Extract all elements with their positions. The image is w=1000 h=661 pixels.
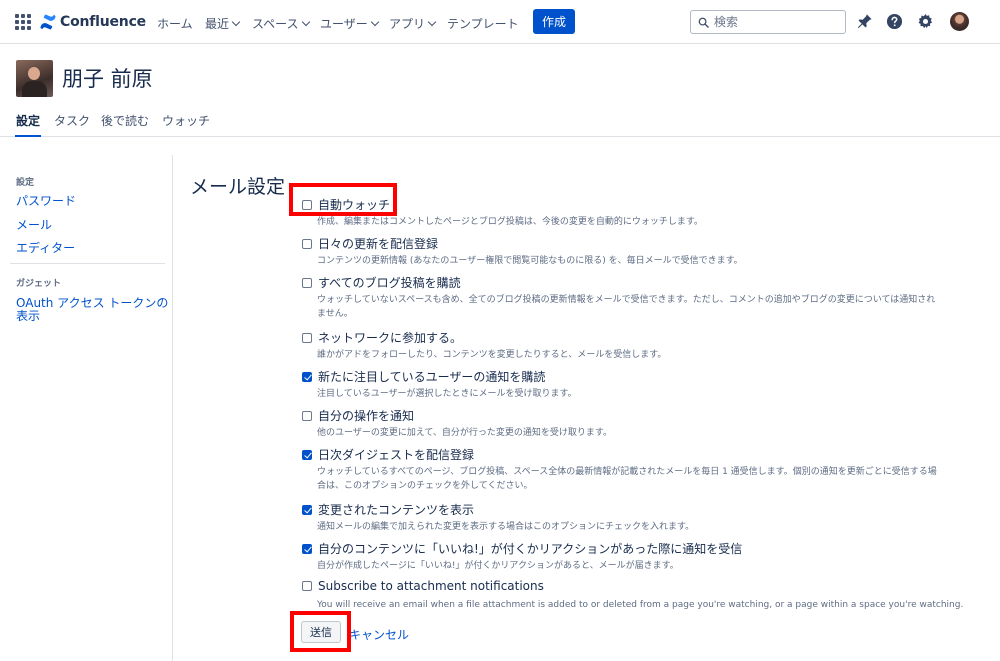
chevron-down-icon [370, 17, 380, 27]
tab-read-later[interactable]: 後で読む [101, 112, 149, 129]
option-description: ウォッチしているすべてのページ、ブログ投稿、スペース全体の最新情報が記載されたメ… [317, 465, 972, 493]
user-avatar[interactable] [950, 12, 969, 31]
nav-recent-label: 最近 [205, 17, 230, 31]
checkbox-checked[interactable] [302, 543, 312, 554]
checkbox[interactable] [302, 410, 312, 421]
notifications-icon[interactable] [856, 13, 873, 30]
option-all-blog-posts[interactable]: すべてのブログ投稿を購読 [302, 274, 461, 291]
option-followed-users[interactable]: 新たに注目しているユーザーの通知を購読 [302, 368, 545, 385]
sidebar-item-oauth-line2: 表示 [16, 309, 41, 323]
confluence-logo-icon [40, 14, 56, 30]
option-description: 作成、編集またはコメントしたページとブログ投稿は、今後の変更を自動的にウォッチし… [317, 215, 972, 229]
option-description-line: 誰かがアドをフォローしたり、コンテンツを変更したりすると、メールを受信します。 [317, 350, 667, 360]
option-description-line: 他のユーザーの変更に加えて、自分が行った変更の通知を受け取ります。 [317, 428, 613, 438]
option-description-line: ません。 [317, 309, 353, 319]
nav-people-label: ユーザー [320, 17, 368, 31]
option-daily-digest[interactable]: 日次ダイジェストを配信登録 [302, 446, 474, 463]
option-description: 他のユーザーの変更に加えて、自分が行った変更の通知を受け取ります。 [317, 426, 972, 440]
sidebar-heading-gadgets: ガジェット [16, 279, 62, 289]
option-attachment-notifications[interactable]: Subscribe to attachment notifications [302, 579, 544, 593]
option-description-line: 自分が作成したページに「いいね!」が付くかリアクションがあると、メールが届きます… [317, 561, 679, 571]
nav-apps-label: アプリ [389, 17, 426, 31]
option-description-line: ウォッチしていないスペースも含め、全てのブログ投稿の更新情報をメールで受信できま… [317, 295, 936, 305]
option-description: コンテンツの更新情報 (あなたのユーザー権限で閲覧可能なものに限る) を、毎日メ… [317, 254, 972, 268]
checkbox[interactable] [302, 238, 312, 249]
option-description-line: 注目しているユーザーが選択したときにメールを受け取ります。 [317, 389, 577, 399]
tab-tasks[interactable]: タスク [54, 112, 90, 129]
nav-home[interactable]: ホーム [157, 15, 193, 32]
option-label: ネットワークに参加する。 [318, 331, 463, 345]
highlight-box-auto-watch [289, 183, 397, 216]
checkbox-checked[interactable] [302, 504, 312, 515]
option-likes-reactions[interactable]: 自分のコンテンツに「いいね!」が付くかリアクションがあった際に通知を受信 [302, 540, 742, 557]
tab-settings[interactable]: 設定 [14, 112, 42, 137]
product-name: Confluence [60, 14, 146, 30]
sidebar-item-editor[interactable]: エディター [16, 242, 75, 255]
option-notify-own-actions[interactable]: 自分の操作を通知 [302, 407, 414, 424]
checkbox[interactable] [302, 332, 312, 343]
search-box[interactable] [690, 10, 846, 34]
profile-picture [16, 60, 53, 97]
highlight-box-submit [290, 611, 351, 652]
option-label: 新たに注目しているユーザーの通知を購読 [318, 370, 546, 384]
option-description: 通知メールの編集で加えられた変更を表示する場合はこのオプションにチェックを入れま… [317, 520, 972, 534]
chevron-down-icon [231, 17, 241, 27]
sidebar-item-email[interactable]: メール [16, 219, 52, 232]
option-label: 日次ダイジェストを配信登録 [318, 448, 475, 462]
confluence-logo[interactable]: Confluence [40, 12, 146, 32]
option-label: 変更されたコンテンツを表示 [318, 503, 475, 517]
sidebar-divider [10, 263, 165, 264]
option-daily-updates[interactable]: 日々の更新を配信登録 [302, 235, 438, 252]
chevron-down-icon [301, 17, 310, 27]
top-navigation-bar: Confluence ホーム 最近 スペース ユーザー アプリ テンプレート 作… [0, 0, 1000, 44]
checkbox-checked[interactable] [302, 371, 312, 382]
nav-templates[interactable]: テンプレート [447, 15, 519, 32]
option-description-line: 通知メールの編集で加えられた変更を表示する場合はこのオプションにチェックを入れま… [317, 522, 695, 532]
option-label: すべてのブログ投稿を購読 [318, 276, 461, 290]
sidebar-item-oauth-tokens[interactable]: OAuth アクセス トークンの 表示 [16, 297, 168, 323]
option-join-network[interactable]: ネットワークに参加する。 [302, 329, 462, 346]
option-description: ウォッチしていないスペースも含め、全てのブログ投稿の更新情報をメールで受信できま… [317, 293, 972, 321]
checkbox[interactable] [302, 581, 312, 591]
option-label: Subscribe to attachment notifications [318, 579, 544, 593]
nav-spaces-label: スペース [252, 17, 299, 31]
tab-watches[interactable]: ウォッチ [162, 112, 210, 129]
cancel-link[interactable]: キャンセル [349, 626, 409, 643]
help-icon[interactable] [886, 13, 903, 30]
create-button[interactable]: 作成 [533, 9, 575, 34]
search-icon [698, 17, 709, 28]
option-description-line: 作成、編集またはコメントしたページとブログ投稿は、今後の変更を自動的にウォッチし… [317, 217, 703, 227]
chevron-down-icon [427, 17, 437, 27]
checkbox-checked[interactable] [302, 449, 312, 460]
checkbox[interactable] [302, 277, 312, 288]
settings-sidebar: 設定 パスワード メール エディター ガジェット OAuth アクセス トークン… [0, 155, 173, 661]
option-label: 自分のコンテンツに「いいね!」が付くかリアクションがあった際に通知を受信 [318, 542, 743, 556]
page-title: メール設定 [190, 176, 286, 198]
profile-tabs: 設定 タスク 後で読む ウォッチ [0, 104, 1000, 137]
nav-recent[interactable]: 最近 [205, 15, 241, 32]
profile-name: 朋子 前原 [62, 67, 153, 91]
option-description-line: 合は、このオプションのチェックを外してください。 [317, 481, 533, 491]
option-description: 誰かがアドをフォローしたり、コンテンツを変更したりすると、メールを受信します。 [317, 348, 972, 362]
option-description: You will receive an email when a file at… [317, 598, 972, 612]
app-switcher-icon[interactable] [15, 14, 31, 30]
option-description-line: ウォッチしているすべてのページ、ブログ投稿、スペース全体の最新情報が記載されたメ… [317, 467, 937, 477]
option-label: 日々の更新を配信登録 [318, 237, 439, 251]
option-description-line: コンテンツの更新情報 (あなたのユーザー権限で閲覧可能なものに限る) を、毎日メ… [317, 256, 743, 266]
option-description: 注目しているユーザーが選択したときにメールを受け取ります。 [317, 387, 972, 401]
nav-spaces[interactable]: スペース [252, 15, 310, 32]
sidebar-item-password[interactable]: パスワード [16, 195, 76, 208]
nav-templates-label: テンプレート [447, 17, 519, 31]
nav-home-label: ホーム [157, 17, 193, 31]
option-show-changed-content[interactable]: 変更されたコンテンツを表示 [302, 501, 474, 518]
settings-icon[interactable] [917, 13, 934, 30]
option-description-line: You will receive an email when a file at… [317, 600, 964, 610]
nav-apps[interactable]: アプリ [389, 15, 437, 32]
sidebar-heading-settings: 設定 [16, 178, 35, 188]
option-label: 自分の操作を通知 [318, 409, 415, 423]
option-description: 自分が作成したページに「いいね!」が付くかリアクションがあると、メールが届きます… [317, 559, 972, 573]
search-input[interactable] [714, 15, 834, 29]
nav-people[interactable]: ユーザー [320, 15, 380, 32]
